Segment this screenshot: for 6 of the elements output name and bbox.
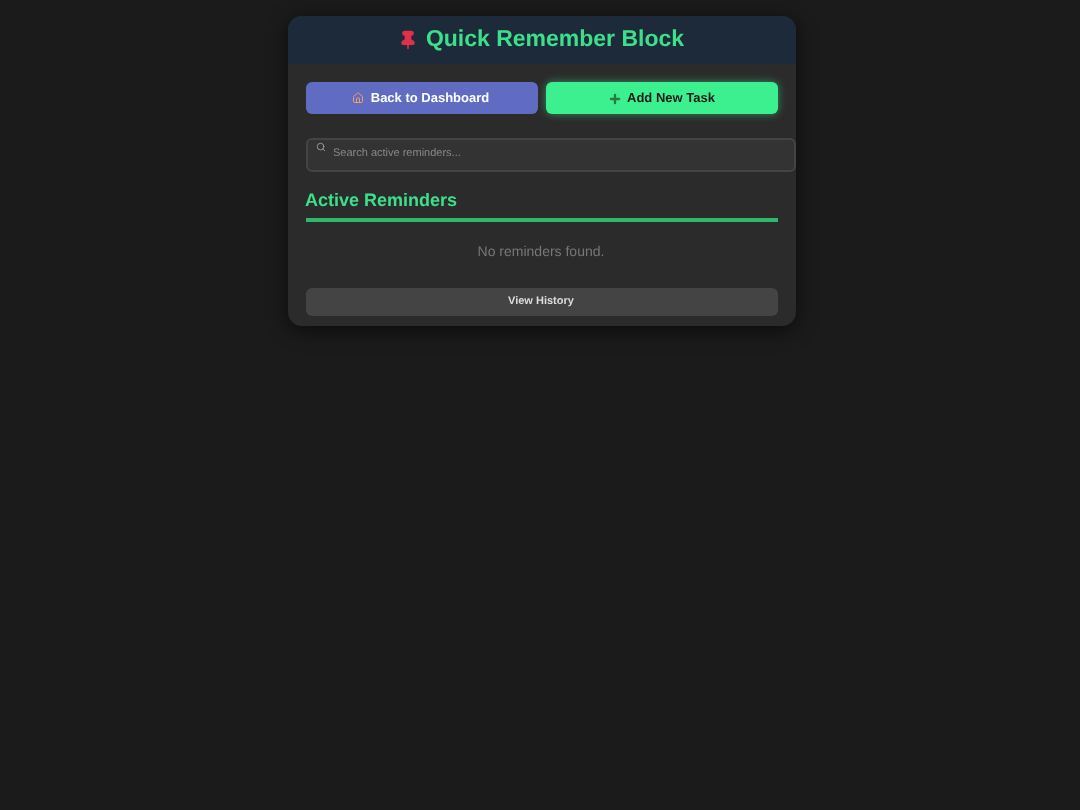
search-icon — [315, 142, 325, 152]
section-title: Active Reminders — [305, 190, 458, 210]
pin-icon — [397, 30, 418, 50]
app-title: Quick Remember Block — [425, 28, 685, 52]
home-icon — [352, 92, 365, 104]
plus-icon — [607, 91, 622, 105]
